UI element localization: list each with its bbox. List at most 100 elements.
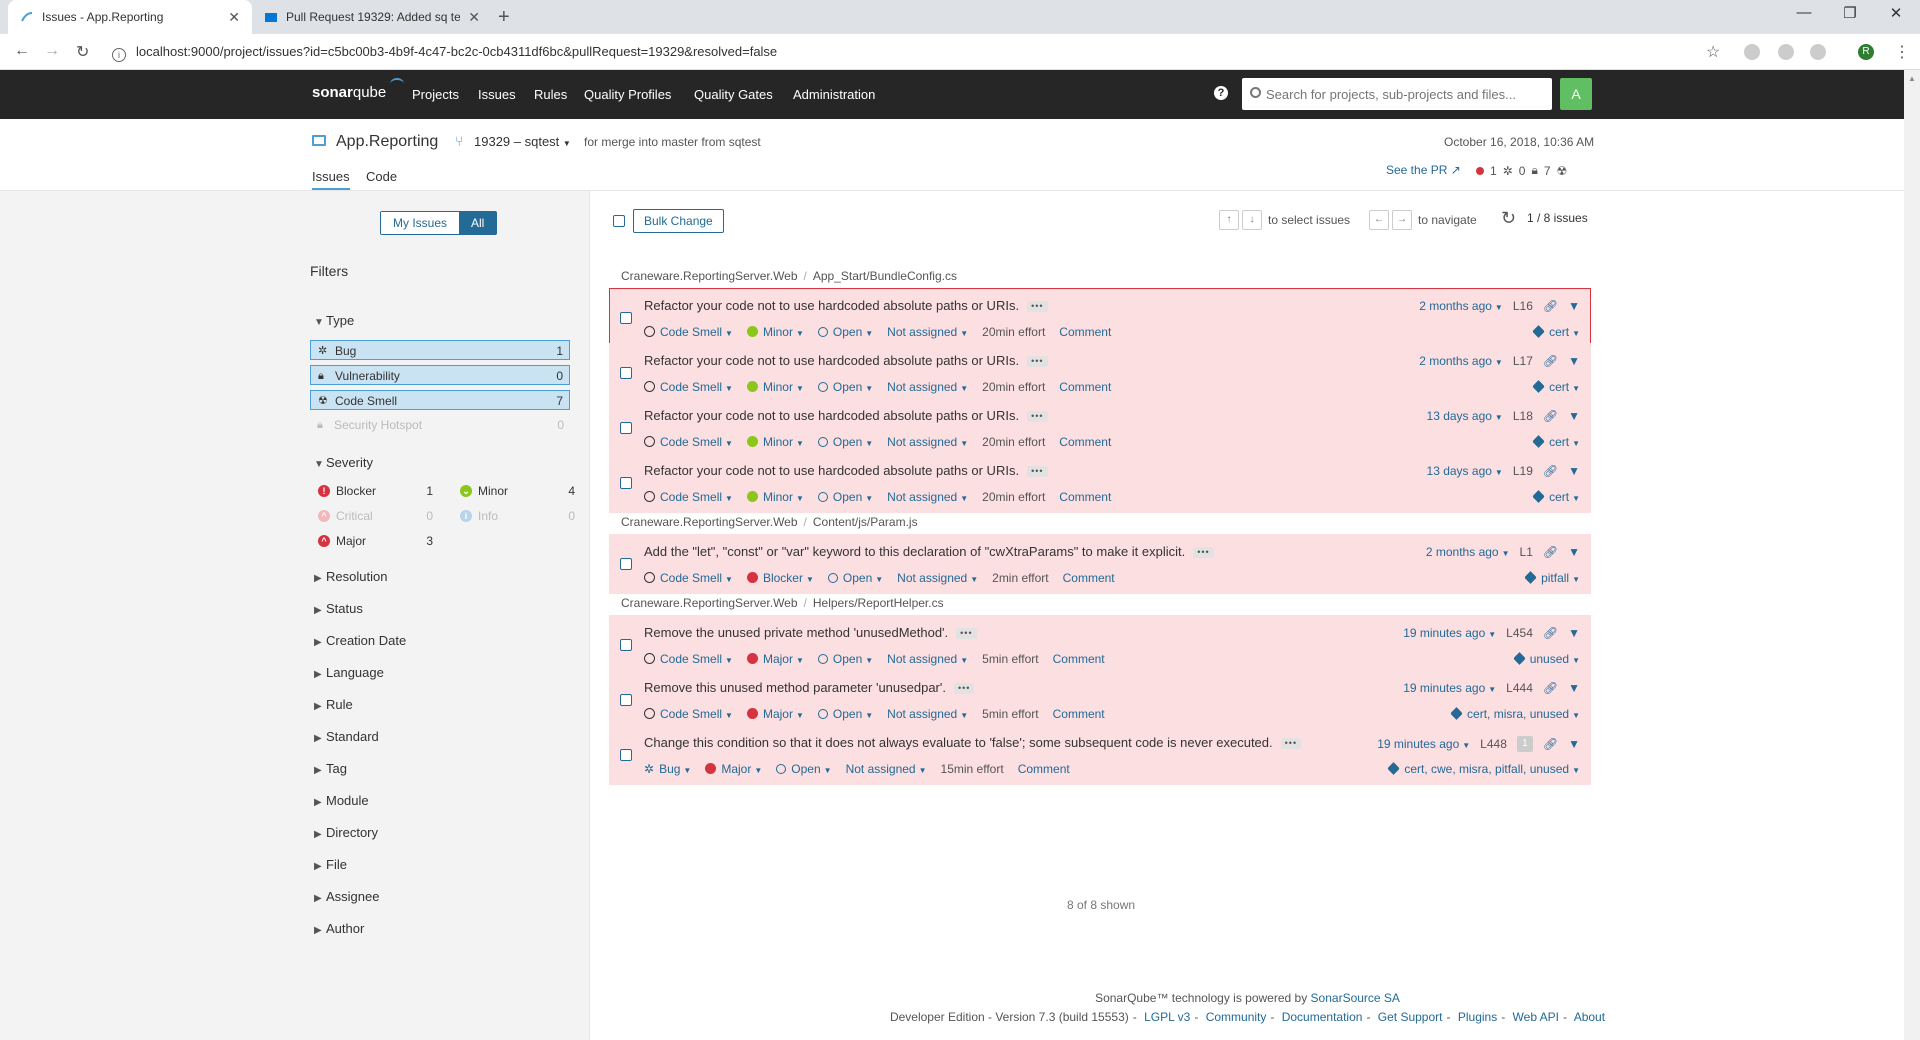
issue-age[interactable]: 2 months ago ▼ [1419, 354, 1503, 368]
new-tab-icon[interactable]: + [498, 6, 510, 29]
issue-severity[interactable]: Minor ▼ [746, 325, 804, 339]
profile-avatar[interactable]: R [1858, 44, 1874, 60]
issue-comment[interactable]: Comment [1059, 325, 1111, 339]
issue-checkbox[interactable] [620, 639, 632, 651]
issue-tags[interactable]: cert, misra, unused ▼ [1450, 707, 1580, 721]
facet-author[interactable]: ▶ Author [314, 921, 364, 936]
issue-row[interactable]: Refactor your code not to use hardcoded … [609, 398, 1591, 458]
issue-type[interactable]: Code Smell ▼ [644, 435, 733, 449]
filter-icon[interactable]: ▼ [1568, 545, 1580, 559]
issue-type[interactable]: Code Smell ▼ [644, 490, 733, 504]
issue-type[interactable]: ✲ Bug ▼ [644, 762, 691, 776]
more-icon[interactable]: ••• [956, 628, 977, 639]
issue-row[interactable]: Remove the unused private method 'unused… [609, 615, 1591, 675]
footer-link-about[interactable]: About [1574, 1010, 1605, 1024]
issue-row[interactable]: Refactor your code not to use hardcoded … [609, 343, 1591, 403]
nav-projects[interactable]: Projects [412, 87, 459, 102]
facet-directory[interactable]: ▶ Directory [314, 825, 378, 840]
facet-severity[interactable]: ▼ Severity [314, 455, 373, 470]
severity-info[interactable]: i Info 0 [460, 506, 575, 526]
issue-checkbox[interactable] [620, 749, 632, 761]
filter-icon[interactable]: ▼ [1568, 354, 1580, 368]
select-all-checkbox[interactable] [613, 215, 625, 227]
issue-message[interactable]: Refactor your code not to use hardcoded … [644, 353, 1048, 368]
issue-status[interactable]: Open ▼ [817, 707, 873, 721]
nav-quality-profiles[interactable]: Quality Profiles [584, 87, 671, 102]
project-name[interactable]: App.Reporting [336, 133, 438, 151]
issue-checkbox[interactable] [620, 422, 632, 434]
issue-assignee[interactable]: Not assigned ▼ [887, 435, 968, 449]
type-security-hotspot[interactable]: 🔒︎ Security Hotspot 0 [310, 415, 570, 435]
link-icon[interactable]: 🔗︎ [1543, 299, 1558, 313]
facet-rule[interactable]: ▶ Rule [314, 697, 353, 712]
issue-severity[interactable]: Minor ▼ [746, 435, 804, 449]
issue-age[interactable]: 2 months ago ▼ [1419, 299, 1503, 313]
bulk-change-button[interactable]: Bulk Change [633, 209, 724, 233]
issue-row[interactable]: Refactor your code not to use hardcoded … [609, 453, 1591, 513]
filter-icon[interactable]: ▼ [1568, 464, 1580, 478]
browser-tab-issues[interactable]: Issues - App.Reporting ✕ [8, 0, 252, 34]
issue-checkbox[interactable] [620, 558, 632, 570]
scroll-up-icon[interactable]: ▲ [1908, 74, 1916, 83]
issue-comment[interactable]: Comment [1059, 380, 1111, 394]
see-pr-link[interactable]: See the PR ↗ [1386, 163, 1461, 177]
issue-message[interactable]: Refactor your code not to use hardcoded … [644, 408, 1048, 423]
issue-assignee[interactable]: Not assigned ▼ [887, 707, 968, 721]
more-icon[interactable]: ••• [1280, 738, 1302, 749]
type-bug[interactable]: ✲ Bug 1 [310, 340, 570, 360]
issue-assignee[interactable]: Not assigned ▼ [887, 325, 968, 339]
issue-message[interactable]: Remove the unused private method 'unused… [644, 625, 977, 640]
issue-tags[interactable]: cert, cwe, misra, pitfall, unused ▼ [1387, 762, 1580, 776]
facet-standard[interactable]: ▶ Standard [314, 729, 379, 744]
component-path[interactable]: Craneware.ReportingServer.Web / Helpers/Re… [621, 596, 944, 610]
issue-comment[interactable]: Comment [1018, 762, 1070, 776]
issue-status[interactable]: Open ▼ [817, 325, 873, 339]
facet-type[interactable]: ▼ Type [314, 313, 354, 328]
issue-type[interactable]: Code Smell ▼ [644, 707, 733, 721]
more-icon[interactable]: ••• [1027, 411, 1048, 422]
issue-age[interactable]: 19 minutes ago ▼ [1403, 681, 1496, 695]
severity-critical[interactable]: ^ Critical 0 [318, 506, 433, 526]
issue-message[interactable]: Add the "let", "const" or "var" keyword … [644, 544, 1214, 559]
issue-checkbox[interactable] [620, 694, 632, 706]
window-close-icon[interactable]: ✕ [1876, 4, 1916, 22]
filter-icon[interactable]: ▼ [1568, 299, 1580, 313]
extension-icon[interactable] [1810, 44, 1826, 60]
issue-severity[interactable]: Major ▼ [746, 652, 804, 666]
filter-icon[interactable]: ▼ [1568, 409, 1580, 423]
issue-checkbox[interactable] [620, 367, 632, 379]
issue-message[interactable]: Refactor your code not to use hardcoded … [644, 463, 1048, 478]
issue-assignee[interactable]: Not assigned ▼ [897, 571, 978, 585]
component-path[interactable]: Craneware.ReportingServer.Web / App_Start/… [621, 269, 957, 283]
issue-age[interactable]: 2 months ago ▼ [1426, 545, 1510, 559]
info-icon[interactable]: i [112, 48, 126, 62]
issue-severity[interactable]: Blocker ▼ [746, 571, 814, 585]
type-vulnerability[interactable]: 🔒︎ Vulnerability 0 [310, 365, 570, 385]
filter-icon[interactable]: ▼ [1568, 681, 1580, 695]
issue-row[interactable]: Remove this unused method parameter 'unu… [609, 670, 1591, 730]
browser-tab-pull-request[interactable]: Pull Request 19329: Added sq te ✕ [252, 0, 492, 34]
close-icon[interactable]: ✕ [228, 9, 240, 26]
issue-tags[interactable]: unused ▼ [1512, 652, 1580, 666]
severity-blocker[interactable]: ! Blocker 1 [318, 481, 433, 501]
facet-module[interactable]: ▶ Module [314, 793, 369, 808]
url-field[interactable]: i localhost:9000/project/issues?id=c5bc00… [112, 41, 1732, 63]
issue-tags[interactable]: cert ▼ [1532, 380, 1580, 394]
facet-creation-date[interactable]: ▶ Creation Date [314, 633, 406, 648]
flows-count-badge[interactable]: 1 [1516, 736, 1533, 752]
issue-row[interactable]: Refactor your code not to use hardcoded … [609, 288, 1591, 348]
restore-icon[interactable]: ❐ [1830, 4, 1870, 22]
issue-message[interactable]: Remove this unused method parameter 'unu… [644, 680, 975, 695]
type-code-smell[interactable]: ☢︎ Code Smell 7 [310, 390, 570, 410]
footer-link-support[interactable]: Get Support [1378, 1010, 1443, 1024]
footer-link-documentation[interactable]: Documentation [1282, 1010, 1363, 1024]
issue-assignee[interactable]: Not assigned ▼ [887, 652, 968, 666]
help-icon[interactable]: ? [1214, 86, 1228, 100]
extension-icon[interactable] [1778, 44, 1794, 60]
issue-age[interactable]: 19 minutes ago ▼ [1403, 626, 1496, 640]
sonarsource-link[interactable]: SonarSource SA [1311, 991, 1400, 1005]
more-icon[interactable]: ••• [1027, 301, 1048, 312]
issue-comment[interactable]: Comment [1063, 571, 1115, 585]
link-icon[interactable]: 🔗︎ [1543, 464, 1558, 478]
global-search[interactable] [1242, 78, 1552, 110]
